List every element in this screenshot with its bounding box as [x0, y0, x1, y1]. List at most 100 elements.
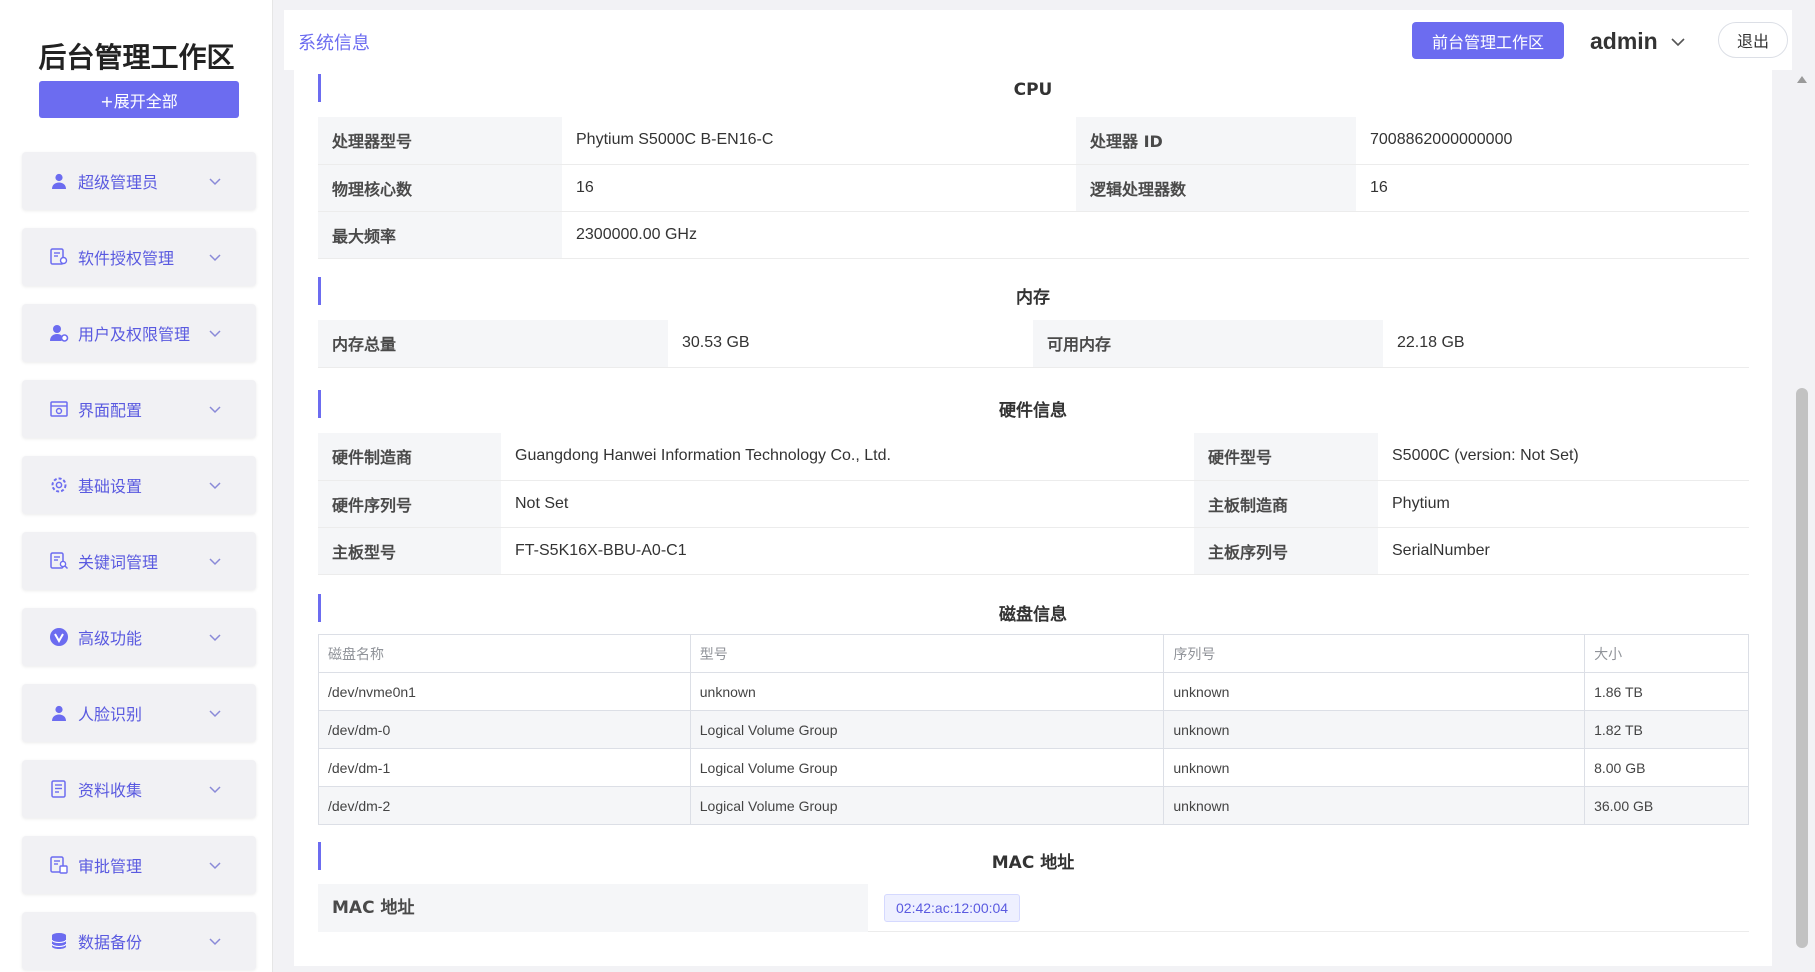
sidebar-item-label: 界面配置: [78, 401, 143, 420]
sidebar-item-super-admin[interactable]: 超级管理员: [22, 152, 256, 210]
sidebar-item-label: 超级管理员: [78, 173, 159, 192]
disk-model-cell: Logical Volume Group: [689, 786, 1165, 825]
disk-name-cell: /dev/dm-2: [318, 786, 691, 825]
table-row: 内存总量 30.53 GB 可用内存 22.18 GB: [318, 320, 1749, 368]
section-title: CPU: [1013, 80, 1053, 100]
disk-serial-cell: unknown: [1163, 786, 1586, 825]
scroll-up-arrow-icon[interactable]: [1797, 76, 1807, 83]
cpu-logical-value: 16: [1356, 164, 1749, 212]
mac-label: MAC 地址: [318, 884, 868, 932]
board-maker-label: 主板制造商: [1194, 480, 1378, 528]
sidebar-item-keyword[interactable]: 关键词管理: [22, 532, 256, 590]
board-model-value: FT-S5K16X-BBU-A0-C1: [501, 527, 1194, 575]
sidebar-item-license[interactable]: 软件授权管理: [22, 228, 256, 286]
table-row: /dev/nvme0n1 unknown unknown 1.86 TB: [318, 672, 1749, 711]
column-header: 序列号: [1163, 634, 1586, 673]
mac-row: MAC 地址 02:42:ac:12:00:04: [318, 884, 1749, 932]
system-info-panel: CPU 处理器型号 Phytium S5000C B-EN16-C 处理器 ID…: [294, 70, 1772, 966]
disk-name-cell: /dev/dm-1: [318, 748, 691, 787]
cpu-cores-value: 16: [562, 164, 1076, 212]
interface-icon: [48, 398, 70, 420]
scrollbar-thumb[interactable]: [1796, 388, 1808, 948]
database-icon: [48, 930, 70, 952]
sidebar-item-label: 关键词管理: [78, 553, 159, 572]
cpu-model-label: 处理器型号: [318, 117, 562, 165]
disk-size-cell: 1.86 TB: [1584, 672, 1749, 711]
user-menu[interactable]: admin: [1590, 28, 1686, 55]
cpu-freq-value: 2300000.00 GHz: [562, 211, 1749, 259]
table-row: 主板型号 FT-S5K16X-BBU-A0-C1 主板序列号 SerialNum…: [318, 527, 1749, 575]
advanced-icon: [48, 626, 70, 648]
hardware-serial-label: 硬件序列号: [318, 480, 501, 528]
face-icon: [48, 702, 70, 724]
section-title: 内存: [1016, 288, 1050, 308]
hardware-model-label: 硬件型号: [1194, 433, 1378, 481]
sidebar-item-label: 审批管理: [78, 857, 143, 876]
disk-name-cell: /dev/dm-0: [318, 710, 691, 749]
memory-total-label: 内存总量: [318, 320, 668, 368]
sidebar-item-label: 资料收集: [78, 781, 143, 800]
sidebar-item-data-backup[interactable]: 数据备份: [22, 912, 256, 970]
disk-serial-cell: unknown: [1163, 672, 1586, 711]
sidebar-menu: 超级管理员 软件授权管理 用户及权限管理 界面配置 基础设置 关键词管理 高级功…: [22, 152, 256, 972]
sidebar: 后台管理工作区 +展开全部 超级管理员 软件授权管理 用户及权限管理 界面配置 …: [0, 0, 273, 972]
chevron-down-icon: [209, 178, 221, 186]
sidebar-item-basic-settings[interactable]: 基础设置: [22, 456, 256, 514]
chevron-down-icon: [209, 710, 221, 718]
board-model-label: 主板型号: [318, 527, 501, 575]
sidebar-item-label: 软件授权管理: [78, 249, 175, 268]
section-title: 磁盘信息: [999, 605, 1067, 625]
board-serial-value: SerialNumber: [1378, 527, 1749, 575]
hardware-serial-value: Not Set: [501, 480, 1194, 528]
column-header: 大小: [1584, 634, 1749, 673]
chevron-down-icon: [1671, 37, 1685, 46]
cpu-logical-label: 逻辑处理器数: [1076, 164, 1356, 212]
section-title: MAC 地址: [991, 853, 1075, 873]
sidebar-item-face-recognition[interactable]: 人脸识别: [22, 684, 256, 742]
sidebar-item-approval[interactable]: 审批管理: [22, 836, 256, 894]
chevron-down-icon: [209, 558, 221, 566]
disk-model-cell: Logical Volume Group: [689, 710, 1165, 749]
sidebar-item-advanced[interactable]: 高级功能: [22, 608, 256, 666]
vertical-scrollbar[interactable]: [1793, 70, 1811, 970]
disk-section-header: 磁盘信息: [318, 594, 1748, 625]
memory-available-label: 可用内存: [1033, 320, 1383, 368]
memory-total-value: 30.53 GB: [668, 320, 1033, 368]
sidebar-item-label: 数据备份: [78, 933, 143, 952]
chevron-down-icon: [209, 634, 221, 642]
memory-table: 内存总量 30.53 GB 可用内存 22.18 GB: [318, 320, 1749, 368]
memory-section-header: 内存: [318, 277, 1748, 308]
table-header-row: 磁盘名称 型号 序列号 大小: [318, 634, 1749, 673]
sidebar-item-label: 人脸识别: [78, 705, 143, 724]
sidebar-item-label: 高级功能: [78, 629, 143, 648]
license-icon: [48, 246, 70, 268]
column-header: 型号: [689, 634, 1165, 673]
gear-icon: [48, 474, 70, 496]
disk-model-cell: Logical Volume Group: [689, 748, 1165, 787]
table-row: /dev/dm-1 Logical Volume Group unknown 8…: [318, 748, 1749, 787]
hardware-table: 硬件制造商 Guangdong Hanwei Information Techn…: [318, 433, 1749, 575]
sidebar-item-label: 用户及权限管理: [78, 325, 191, 344]
logout-button[interactable]: 退出: [1718, 22, 1788, 58]
disk-serial-cell: unknown: [1163, 748, 1586, 787]
board-serial-label: 主板序列号: [1194, 527, 1378, 575]
document-icon: [48, 778, 70, 800]
hardware-section-header: 硬件信息: [318, 390, 1748, 421]
chevron-down-icon: [209, 786, 221, 794]
sidebar-item-user-permission[interactable]: 用户及权限管理: [22, 304, 256, 362]
cpu-model-value: Phytium S5000C B-EN16-C: [562, 117, 1076, 165]
table-row: 处理器型号 Phytium S5000C B-EN16-C 处理器 ID 700…: [318, 117, 1749, 165]
sidebar-item-label: 基础设置: [78, 477, 143, 496]
table-row: /dev/dm-0 Logical Volume Group unknown 1…: [318, 710, 1749, 749]
sidebar-item-interface[interactable]: 界面配置: [22, 380, 256, 438]
username: admin: [1590, 28, 1658, 54]
column-header: 磁盘名称: [318, 634, 691, 673]
front-workspace-button[interactable]: 前台管理工作区: [1412, 22, 1564, 59]
expand-all-button[interactable]: +展开全部: [39, 81, 239, 118]
board-maker-value: Phytium: [1378, 480, 1749, 528]
disk-size-cell: 1.82 TB: [1584, 710, 1749, 749]
table-row: 最大频率 2300000.00 GHz: [318, 211, 1749, 259]
user-icon: [48, 170, 70, 192]
cpu-cores-label: 物理核心数: [318, 164, 562, 212]
sidebar-item-data-collection[interactable]: 资料收集: [22, 760, 256, 818]
